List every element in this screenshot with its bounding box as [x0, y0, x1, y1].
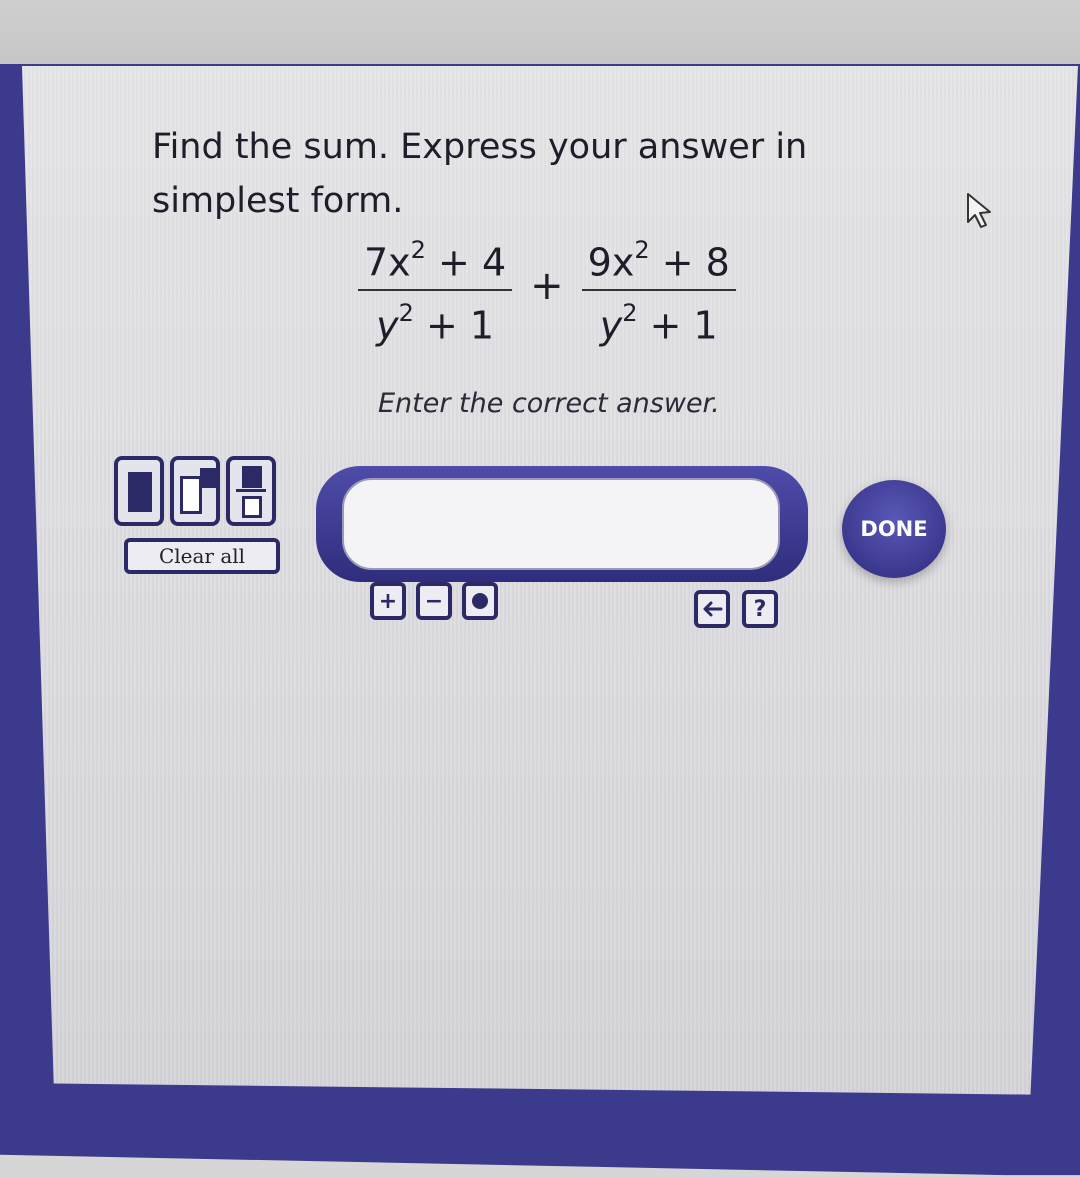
done-button[interactable]: DONE: [842, 480, 946, 578]
fraction-2-denominator: y2 + 1: [599, 298, 718, 348]
fraction-2: 9x2 + 8 y2 + 1: [581, 228, 736, 351]
minus-icon: −: [424, 588, 444, 614]
answer-input[interactable]: [342, 478, 780, 570]
backspace-arrow-icon: [703, 601, 723, 617]
math-expression: 7x2 + 4 y2 + 1 + 9x2 + 8 y2 + 1: [358, 228, 736, 351]
top-bezel: [0, 0, 1080, 66]
plus-icon: +: [378, 588, 398, 614]
fraction-1-denominator: y2 + 1: [376, 298, 495, 348]
fraction-template-button[interactable]: [226, 456, 276, 526]
clear-all-button[interactable]: Clear all: [124, 538, 280, 574]
help-button[interactable]: ?: [742, 590, 778, 628]
template-toolbar: [114, 456, 276, 526]
box-template-button[interactable]: [114, 456, 164, 526]
backspace-button[interactable]: [694, 590, 730, 628]
zoom-in-button[interactable]: +: [370, 582, 406, 620]
mouse-pointer-icon: [967, 193, 991, 228]
instruction-text: Enter the correct answer.: [378, 388, 720, 419]
superscript-template-button[interactable]: [170, 456, 220, 526]
zoom-reset-button[interactable]: [462, 582, 498, 620]
fraction-1: 7x2 + 4 y2 + 1: [358, 228, 513, 351]
fraction-2-numerator: 9x2 + 8: [587, 236, 730, 285]
fraction-1-numerator: 7x2 + 4: [364, 236, 507, 285]
question-text: Find the sum. Express your answer in sim…: [152, 127, 808, 221]
zoom-out-button[interactable]: −: [416, 582, 452, 620]
dot-icon: [472, 593, 488, 609]
plus-operator: +: [530, 262, 564, 309]
help-icon: ?: [753, 596, 767, 622]
